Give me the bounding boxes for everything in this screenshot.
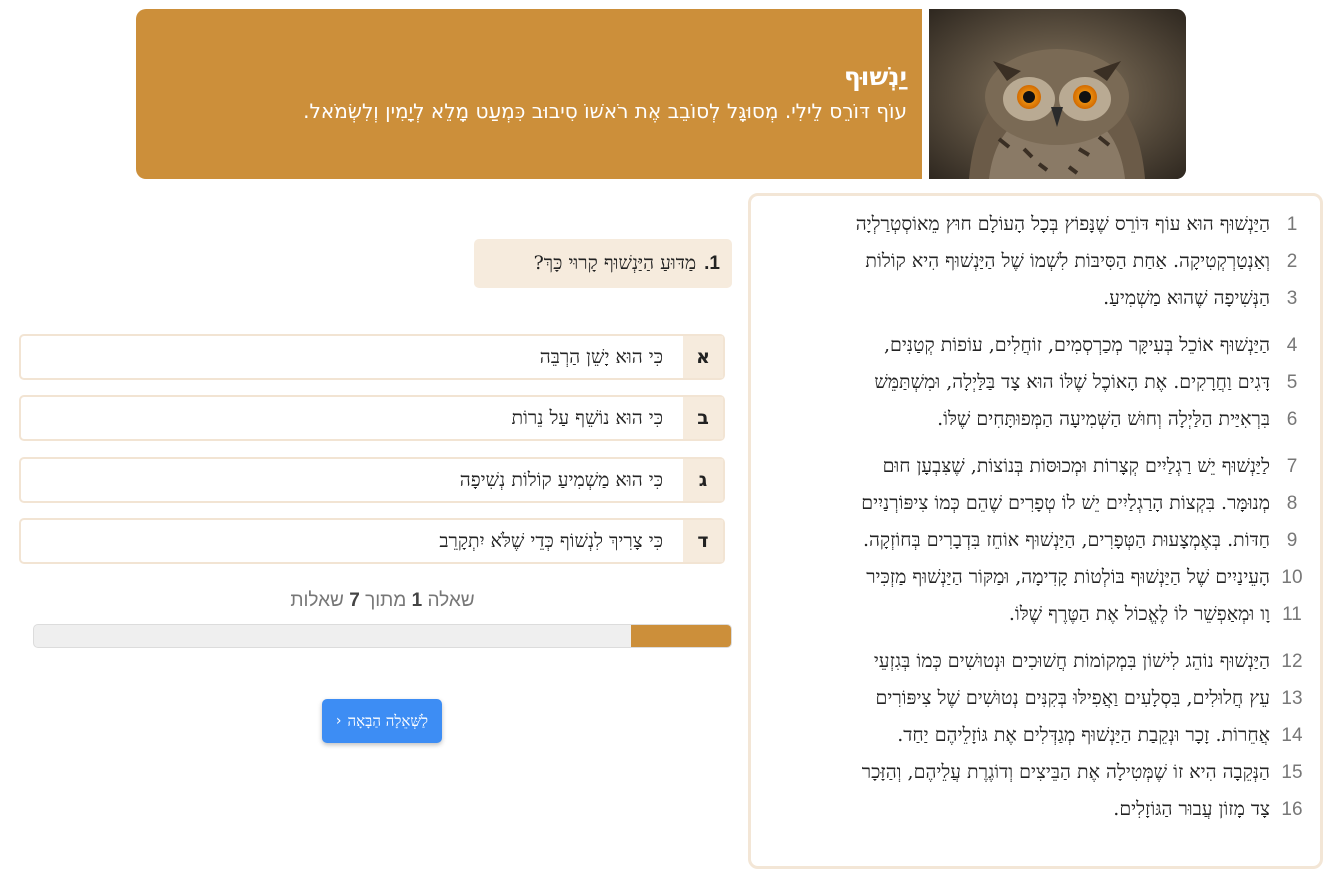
answer-text: כִּי צָרִיךְ לִנְשׁוֹף כְּדֵי שֶׁלֹּא יִ… xyxy=(439,529,663,552)
line-number: 7 xyxy=(1286,455,1298,477)
passage-line: 9 חַדּוֹת. בְּאֶמְצָעוּת הַטְּפָרִים, הַי… xyxy=(763,522,1308,559)
answer-letter: ב xyxy=(683,397,723,439)
line-number: 4 xyxy=(1286,334,1298,356)
chevron-left-icon: ‹ xyxy=(335,713,342,729)
passage-line: 8 מְנוּמָּר. בִּקְצוֹת הָרַגְלַיִים יֵשׁ … xyxy=(763,485,1308,522)
owl-photo xyxy=(929,9,1186,179)
line-text: הַיַּנְשׁוּף הוּא עוֹף דּוֹרֵס שֶׁנָּפוֹ… xyxy=(855,213,1270,235)
passage-line: 7 לַיַּנְשׁוּף יֵשׁ רַגְלַיִים קְצָרוֹת ו… xyxy=(763,448,1308,485)
line-text: מְנוּמָּר. בִּקְצוֹת הָרַגְלַיִים יֵשׁ ל… xyxy=(861,492,1270,514)
line-number: 12 xyxy=(1281,650,1303,672)
line-text: צָד מָזוֹן עֲבוּר הַגּוֹזָלִים. xyxy=(1113,798,1270,820)
line-text: הָעֵינַיִים שֶׁל הַיַּנְשׁוּף בּוֹלְטוֹת… xyxy=(866,566,1270,588)
line-number: 5 xyxy=(1286,371,1298,393)
line-number: 10 xyxy=(1281,566,1303,588)
answer-text: כִּי הוּא יָשֵׁן הַרְבֵּה xyxy=(539,345,663,368)
progress-bar xyxy=(33,624,732,648)
answer-option-b[interactable]: ב כִּי הוּא נוֹשֵׁף עַל נֵרוֹת xyxy=(19,395,725,441)
line-number: 14 xyxy=(1281,724,1303,746)
passage-paragraph: 4 הַיַּנְשׁוּף אוֹכֵל בְּעִיקָּר מְכַרְסְ… xyxy=(763,327,1308,438)
question-number: 1. xyxy=(704,252,720,274)
line-text: הַיַּנְשׁוּף נוֹהֵג לִישׁוֹן בִּמְקוֹמוֹ… xyxy=(873,650,1270,672)
line-number: 2 xyxy=(1286,250,1298,272)
line-number: 11 xyxy=(1282,603,1302,625)
line-text: הַיַּנְשׁוּף אוֹכֵל בְּעִיקָּר מְכַרְסְמ… xyxy=(883,334,1270,356)
line-number: 15 xyxy=(1281,761,1303,783)
line-text: הַנְּשִׁיפָה שֶׁהוּא מַשְׁמִיעַ. xyxy=(1103,287,1270,309)
passage-line: 11 וָו וּמְאַפְשֵׁר לוֹ לֶאֱכוֹל אֶת הַטֶ… xyxy=(763,596,1308,633)
progress-current: 1 xyxy=(411,590,423,611)
answer-option-c[interactable]: ג כִּי הוּא מַשְׁמִיעַ קוֹלוֹת נְשִׁיפָה xyxy=(19,457,725,503)
passage-line: 14 אֲחֵרוֹת. זָכָר וּנְקֵבַת הַיַּנְשׁוּף… xyxy=(763,717,1308,754)
passage-line: 12 הַיַּנְשׁוּף נוֹהֵג לִישׁוֹן בִּמְקוֹמ… xyxy=(763,643,1308,680)
line-text: אֲחֵרוֹת. זָכָר וּנְקֵבַת הַיַּנְשׁוּף מ… xyxy=(897,724,1270,746)
line-text: חַדּוֹת. בְּאֶמְצָעוּת הַטְּפָרִים, הַיַ… xyxy=(862,529,1270,551)
progress-label: שאלה 1 מתוך 7 שאלות xyxy=(33,590,732,618)
answer-letter: ג xyxy=(683,459,723,501)
passage-line: 4 הַיַּנְשׁוּף אוֹכֵל בְּעִיקָּר מְכַרְסְ… xyxy=(763,327,1308,364)
question-box: 1. מַדּוּעַ הַיַּנְשׁוּף קָרוּי כָּךְ? xyxy=(474,239,732,288)
question-text: מַדּוּעַ הַיַּנְשׁוּף קָרוּי כָּךְ? xyxy=(533,252,697,274)
next-question-button[interactable]: לַשְּׁאֵלָה הַבָּאָה ‹ xyxy=(322,699,442,743)
next-question-label: לַשְּׁאֵלָה הַבָּאָה xyxy=(347,711,429,730)
line-text: הַנְּקֵבָה הִיא זוֹ שֶׁמְּטִילָה אֶת הַב… xyxy=(861,761,1270,783)
line-number: 13 xyxy=(1281,687,1303,709)
line-number: 16 xyxy=(1281,798,1303,820)
line-number: 8 xyxy=(1286,492,1298,514)
line-text: לַיַּנְשׁוּף יֵשׁ רַגְלַיִים קְצָרוֹת וּ… xyxy=(882,455,1270,477)
passage-line: 10 הָעֵינַיִים שֶׁל הַיַּנְשׁוּף בּוֹלְטו… xyxy=(763,559,1308,596)
answer-text: כִּי הוּא נוֹשֵׁף עַל נֵרוֹת xyxy=(511,406,663,429)
header-divider xyxy=(922,9,929,179)
answer-option-a[interactable]: א כִּי הוּא יָשֵׁן הַרְבֵּה xyxy=(19,334,725,380)
line-number: 1 xyxy=(1286,213,1298,235)
passage-line: 3 הַנְּשִׁיפָה שֶׁהוּא מַשְׁמִיעַ. xyxy=(763,280,1308,317)
passage-line: 2 וְאַנְטַרְקְטִיקָה. אַחַת הַסִּיבּוֹת ל… xyxy=(763,243,1308,280)
passage-line: 5 דָּגִים וַחֲרָקִים. אֶת הָאוֹכֶל שֶׁלּו… xyxy=(763,364,1308,401)
line-text: עֵץ חֲלוּלִים, בִּסְלָעִים וַאֲפִילּוּ ב… xyxy=(875,687,1271,709)
progress-word-questions: שאלות xyxy=(290,590,344,611)
line-number: 6 xyxy=(1286,408,1298,430)
passage-paragraph: 7 לַיַּנְשׁוּף יֵשׁ רַגְלַיִים קְצָרוֹת ו… xyxy=(763,448,1308,633)
passage-paragraph: 1 הַיַּנְשׁוּף הוּא עוֹף דּוֹרֵס שֶׁנָּפו… xyxy=(763,206,1308,317)
progress-total: 7 xyxy=(349,590,360,611)
header-text-panel: יַנְשׁוּף עוֹף דּוֹרֵס לֵילִי. מְסוּגָּל… xyxy=(136,9,922,179)
line-text: בִּרְאִיַּית הַלַּיְלָה וְחוּשׁ הַשְּׁמִ… xyxy=(937,408,1270,430)
passage-paragraph: 12 הַיַּנְשׁוּף נוֹהֵג לִישׁוֹן בִּמְקוֹמ… xyxy=(763,643,1308,828)
answer-text: כִּי הוּא מַשְׁמִיעַ קוֹלוֹת נְשִׁיפָה xyxy=(459,468,663,491)
header-title: יַנְשׁוּף xyxy=(843,62,907,91)
line-number: 3 xyxy=(1286,287,1298,309)
answer-letter: ד xyxy=(683,520,723,562)
progress-word-question: שאלה xyxy=(427,590,475,611)
progress-word-of: מתוך xyxy=(365,590,407,611)
passage-line: 15 הַנְּקֵבָה הִיא זוֹ שֶׁמְּטִילָה אֶת ה… xyxy=(763,754,1308,791)
header-subtitle: עוֹף דּוֹרֵס לֵילִי. מְסוּגָּל לְסוֹבֵב … xyxy=(303,99,907,123)
answer-letter: א xyxy=(683,336,723,378)
answer-option-d[interactable]: ד כִּי צָרִיךְ לִנְשׁוֹף כְּדֵי שֶׁלֹּא … xyxy=(19,518,725,564)
line-text: וְאַנְטַרְקְטִיקָה. אַחַת הַסִּיבּוֹת לִ… xyxy=(865,250,1270,272)
progress-fill xyxy=(631,625,731,647)
reading-passage: 1 הַיַּנְשׁוּף הוּא עוֹף דּוֹרֵס שֶׁנָּפו… xyxy=(748,193,1323,869)
passage-line: 6 בִּרְאִיַּית הַלַּיְלָה וְחוּשׁ הַשְּׁמ… xyxy=(763,401,1308,438)
line-text: דָּגִים וַחֲרָקִים. אֶת הָאוֹכֶל שֶׁלּוֹ… xyxy=(874,371,1270,393)
line-text: וָו וּמְאַפְשֵׁר לוֹ לֶאֱכוֹל אֶת הַטֶּר… xyxy=(1008,603,1270,625)
line-number: 9 xyxy=(1286,529,1298,551)
passage-line: 16 צָד מָזוֹן עֲבוּר הַגּוֹזָלִים. xyxy=(763,791,1308,828)
passage-line: 1 הַיַּנְשׁוּף הוּא עוֹף דּוֹרֵס שֶׁנָּפו… xyxy=(763,206,1308,243)
passage-line: 13 עֵץ חֲלוּלִים, בִּסְלָעִים וַאֲפִילּוּ… xyxy=(763,680,1308,717)
header-card: יַנְשׁוּף עוֹף דּוֹרֵס לֵילִי. מְסוּגָּל… xyxy=(136,9,1186,179)
